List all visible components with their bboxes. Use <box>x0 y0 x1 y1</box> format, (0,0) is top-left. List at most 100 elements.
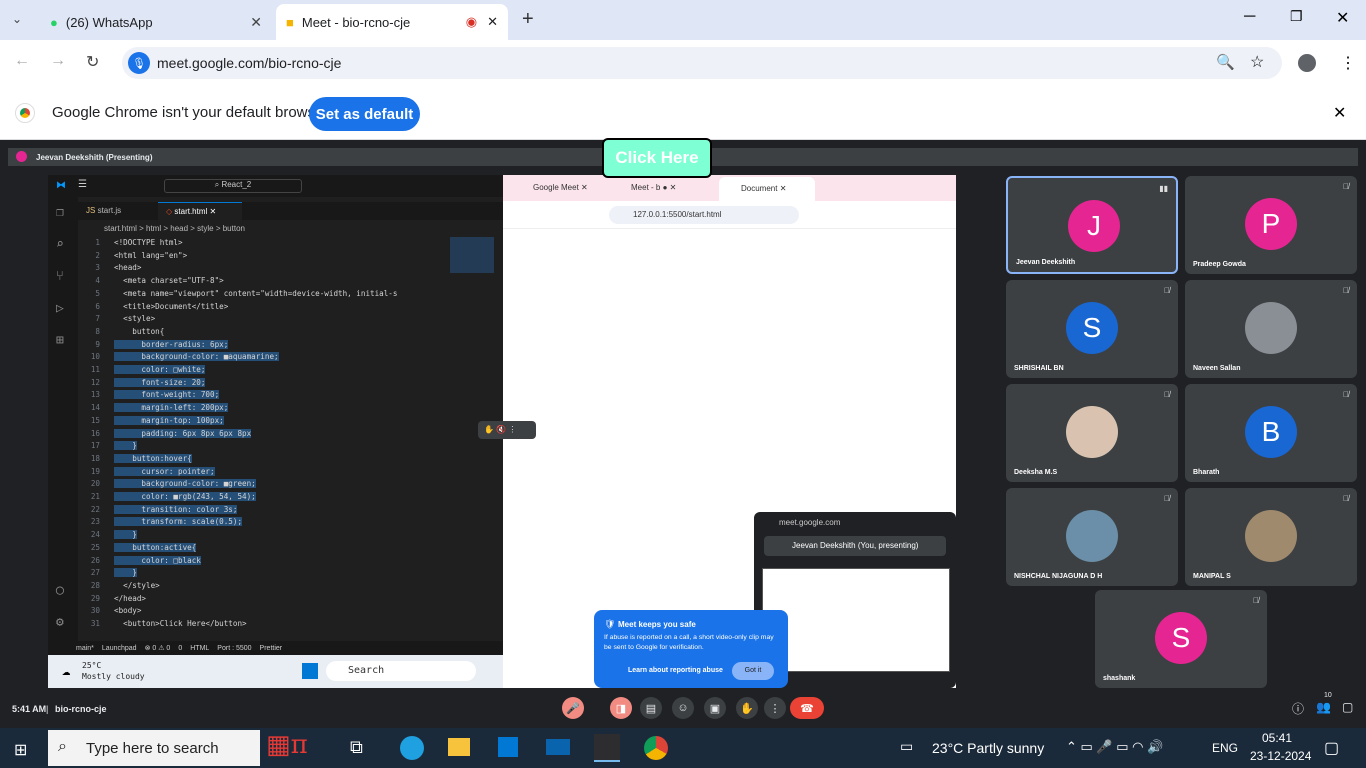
search-icon[interactable]: ⌕ <box>56 237 64 252</box>
code-line: 21 color: ■rgb(243, 54, 54); <box>90 492 256 502</box>
infobar-close-icon[interactable]: ✕ <box>1333 103 1346 123</box>
leave-call-button[interactable]: ☎ <box>790 697 824 719</box>
task-view-icon[interactable]: ⧉ <box>350 737 363 758</box>
participant-tile[interactable]: P 🎙̸ Pradeep Gowda <box>1185 176 1357 274</box>
participant-tile[interactable]: B 🎙̸ Bharath <box>1185 384 1357 482</box>
people-icon[interactable]: 👥 <box>1316 700 1331 714</box>
window-close-icon[interactable]: ✕ <box>1336 8 1349 28</box>
zoom-icon[interactable]: 🔍 <box>1216 53 1235 71</box>
edge-icon[interactable] <box>400 736 424 760</box>
share-toolbar: ✋ 🔇 ⋮ <box>478 421 536 439</box>
learn-reporting-link[interactable]: Learn about reporting abuse <box>628 667 723 674</box>
pip-presenter-pill: Jeevan Deekshith (You, presenting) <box>764 536 946 556</box>
extensions-icon[interactable]: ⊞ <box>56 333 64 348</box>
windows-start-icon[interactable]: ⊞ <box>14 740 27 760</box>
restore-icon[interactable]: ❐ <box>1290 8 1303 25</box>
participant-tile[interactable]: J ▮▮ Jeevan Deekshith <box>1006 176 1178 274</box>
vscode-titlebar: ⧓ ☰ ⌕ React_2 <box>48 175 503 197</box>
close-icon[interactable]: ✕ <box>250 14 262 31</box>
menu-icon[interactable]: ⋮ <box>1340 53 1356 73</box>
code-line: 24 } <box>90 530 137 540</box>
code-line: 8 button{ <box>95 326 165 336</box>
notification-icon[interactable]: ▢ <box>1324 738 1339 758</box>
click-here-button[interactable]: Click Here <box>602 138 712 178</box>
present-button[interactable]: ▣ <box>704 697 726 719</box>
captions-button[interactable]: ▤ <box>640 697 662 719</box>
tab-start-js[interactable]: JS start.js <box>78 202 156 220</box>
status-bar: main* Launchpad ⊗ 0 ⚠ 0 0 HTML Port : 55… <box>48 641 503 655</box>
participant-name: Naveen Sallan <box>1193 365 1241 372</box>
participant-tile[interactable]: 🎙̸ NISHCHAL NIJAGUNA D H <box>1006 488 1178 586</box>
code-line: 15 margin-top: 100px; <box>90 415 224 425</box>
clock-date[interactable]: 23-12-2024 <box>1250 749 1311 763</box>
reactions-button[interactable]: ☺ <box>672 697 694 719</box>
raise-hand-button[interactable]: ✋ <box>736 697 758 719</box>
vscode-window: ⧓ ☰ ⌕ React_2 ❐ ⌕ ⑂ ▷ ⊞ ◯ ⚙ JS start.js … <box>48 175 503 688</box>
mic-off-button[interactable]: 🎤 <box>562 697 584 719</box>
tab-whatsapp[interactable]: ● (26) WhatsApp ✕ <box>40 4 272 40</box>
participant-tile[interactable]: S 🎙̸ shashank <box>1095 590 1267 688</box>
chrome-taskbar-icon[interactable] <box>644 736 668 760</box>
store-icon[interactable] <box>498 737 518 757</box>
participant-tile[interactable]: 🎙̸ MANIPAL S <box>1185 488 1357 586</box>
inner-tab-meet[interactable]: Meet - b ● ✕ <box>631 183 676 192</box>
default-browser-infobar: Google Chrome isn't your default browser… <box>0 86 1366 140</box>
explorer-icon[interactable]: ❐ <box>56 205 64 220</box>
speaking-icon: ▮▮ <box>1159 184 1168 193</box>
info-icon[interactable]: ⓘ <box>1292 700 1304 717</box>
code-line: 22 transition: color 3s; <box>90 504 238 514</box>
hamburger-icon[interactable]: ☰ <box>78 179 87 190</box>
code-line: 19 cursor: pointer; <box>90 466 215 476</box>
run-debug-icon[interactable]: ▷ <box>56 301 64 316</box>
vscode-taskbar-icon[interactable] <box>594 734 620 762</box>
participant-name: Deeksha M.S <box>1014 469 1058 476</box>
got-it-button[interactable]: Got it <box>732 662 774 680</box>
code-line: 5 <meta name="viewport" content="width=d… <box>95 288 398 298</box>
forward-icon[interactable]: → <box>50 52 66 70</box>
new-tab-icon[interactable]: + <box>522 8 534 31</box>
mail-icon[interactable] <box>546 739 570 755</box>
set-default-button[interactable]: Set as default <box>309 97 420 131</box>
mic-muted-icon: 🎙̸ <box>1343 182 1349 191</box>
address-bar[interactable]: 🎙 meet.google.com/bio-rcno-cje 🔍 ☆ <box>122 47 1282 79</box>
inner-tab-document[interactable]: Document ✕ <box>719 177 815 201</box>
tray-icons[interactable]: ⌃ ▭ 🎤 ▭ ◠ 🔊 <box>1066 739 1163 755</box>
taskbar-search[interactable]: ⌕ Type here to search <box>48 730 260 766</box>
account-icon[interactable]: ◯ <box>56 583 64 598</box>
inner-address-bar[interactable]: 127.0.0.1:5500/start.html <box>609 206 799 224</box>
bookmark-star-icon[interactable]: ☆ <box>1250 52 1264 72</box>
participant-name: Jeevan Deekshith <box>1016 259 1076 266</box>
minimize-icon[interactable]: ─ <box>1244 8 1255 26</box>
participant-tile[interactable]: 🎙̸ Naveen Sallan <box>1185 280 1357 378</box>
taskbar-weather[interactable]: 23°C Partly sunny <box>932 740 1044 756</box>
tab-start-html[interactable]: ◇ start.html ✕ <box>158 202 242 220</box>
language-indicator[interactable]: ENG <box>1212 741 1238 755</box>
vscode-search[interactable]: ⌕ React_2 <box>164 179 302 193</box>
back-icon[interactable]: ← <box>14 52 30 70</box>
calculator-pi-icon[interactable]: ▦π <box>266 730 326 766</box>
windows-search-box[interactable]: Search <box>326 661 476 681</box>
weather-icon: ☁ <box>62 663 71 679</box>
profile-icon[interactable] <box>1298 54 1316 72</box>
participant-tile[interactable]: 🎙̸ Deeksha M.S <box>1006 384 1178 482</box>
inner-tab-google-meet[interactable]: Google Meet ✕ <box>533 183 588 192</box>
more-options-button[interactable]: ⋮ <box>764 697 786 719</box>
chat-icon[interactable]: ▢ <box>1342 700 1353 714</box>
code-editor[interactable]: 1 <!DOCTYPE html> 2 <html lang="en"> 3 <head>… <box>78 237 493 631</box>
source-control-icon[interactable]: ⑂ <box>56 269 64 284</box>
mic-muted-icon: 🎙̸ <box>1164 390 1170 399</box>
windows-start-icon[interactable] <box>302 663 318 679</box>
file-explorer-icon[interactable] <box>448 738 470 756</box>
reload-icon[interactable]: ↻ <box>86 52 99 72</box>
settings-gear-icon[interactable]: ⚙ <box>56 615 64 630</box>
code-line: 11 color: □white; <box>90 365 206 375</box>
infobar-text: Google Chrome isn't your default browser <box>52 104 329 121</box>
tab-list-chevron-icon[interactable]: ⌄ <box>12 12 22 26</box>
participant-tile[interactable]: S 🎙̸ SHRISHAIL BN <box>1006 280 1178 378</box>
camera-off-button[interactable]: ◨ <box>610 697 632 719</box>
tab-meet[interactable]: ■ Meet - bio-rcno-cje ◉ ✕ <box>276 4 508 40</box>
clock-time[interactable]: 05:41 <box>1262 731 1292 745</box>
close-icon[interactable]: ✕ <box>487 14 498 30</box>
code-line: 31 <button>Click Here</button> <box>90 619 247 629</box>
code-line: 3 <head> <box>95 263 142 273</box>
